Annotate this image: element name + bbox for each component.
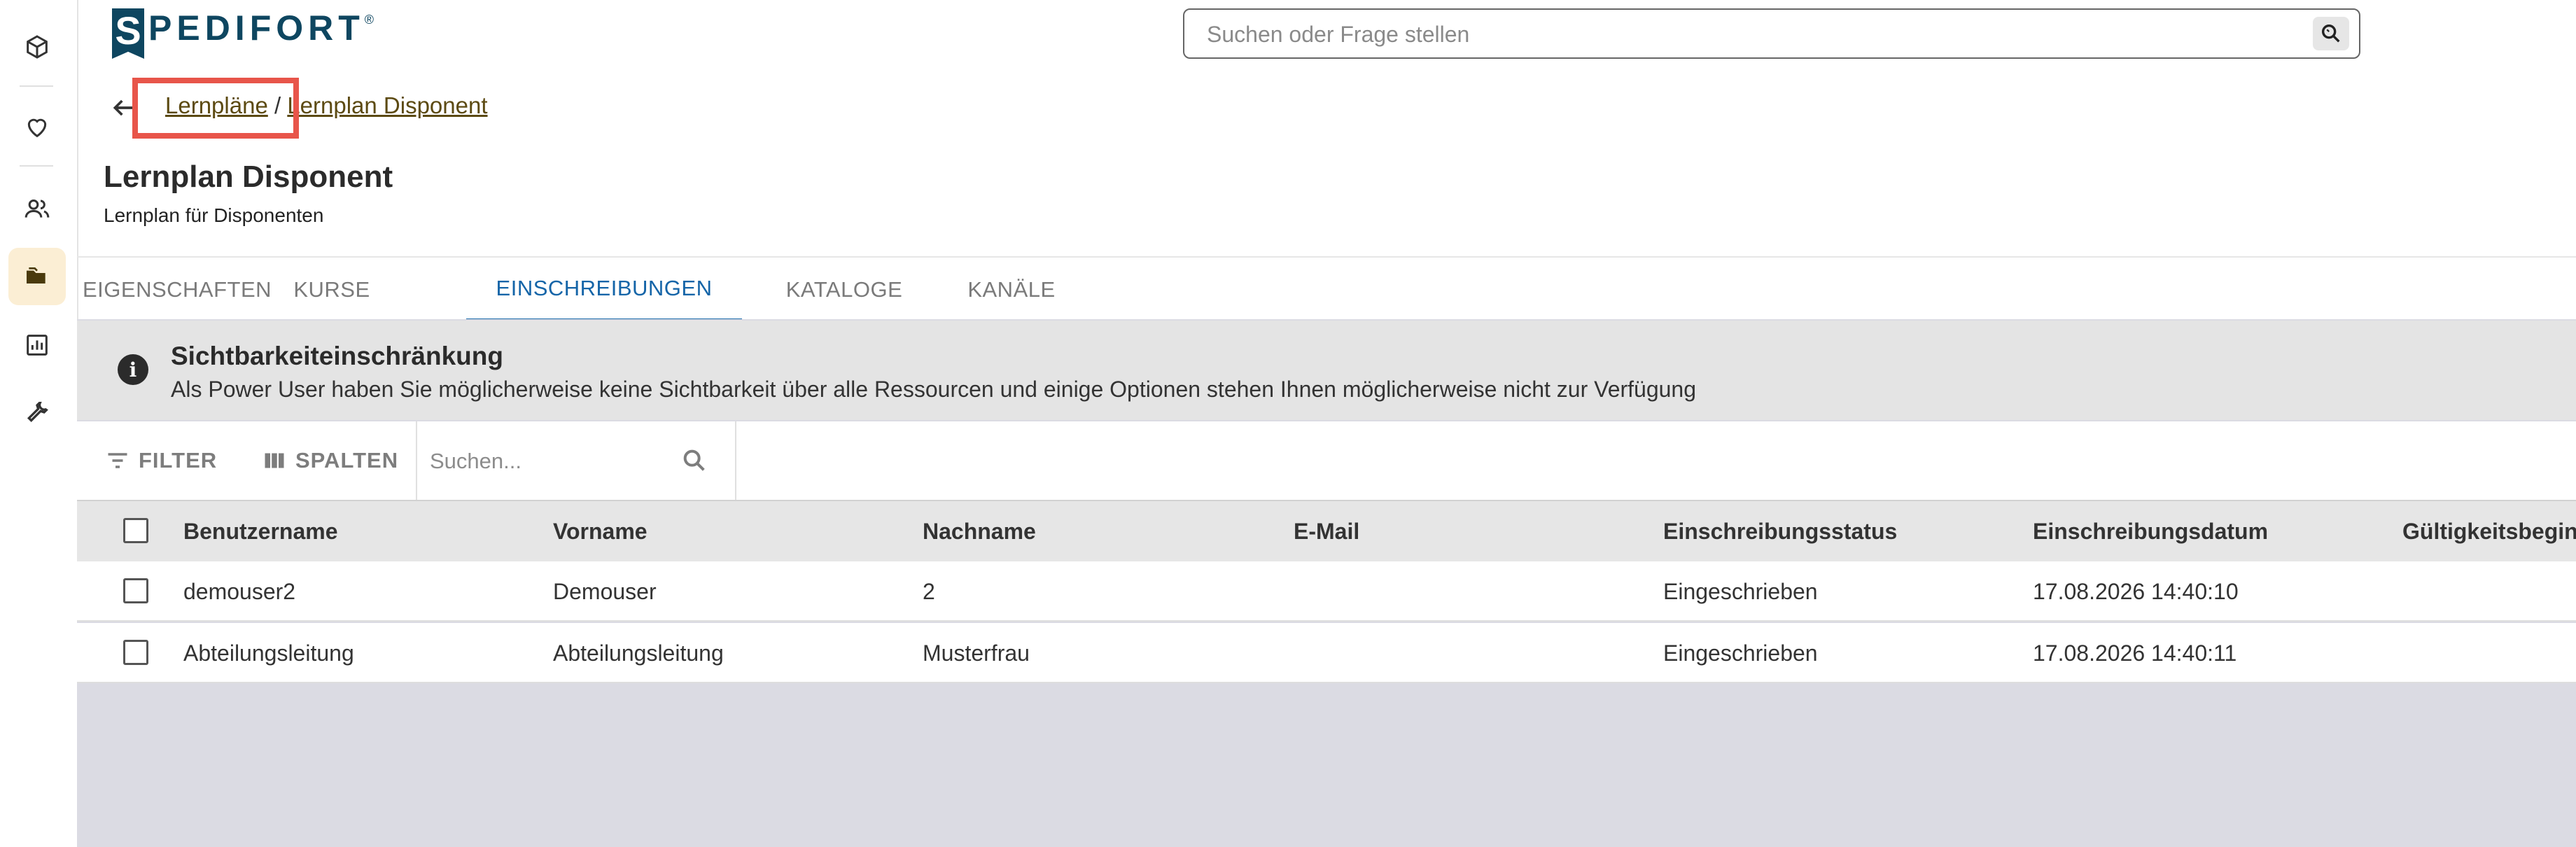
cell-nachname: Musterfrau — [923, 640, 1030, 666]
folder-icon[interactable] — [8, 248, 66, 305]
breadcrumb-link-lernplan-disponent[interactable]: Lernplan Disponent — [287, 92, 487, 118]
column-header-einschreibungsdatum[interactable]: Einschreibungsdatum — [2033, 501, 2268, 561]
table-toolbar: FILTER SPALTEN — [77, 421, 2576, 501]
tab-bar: EIGENSCHAFTEN KURSE EINSCHREIBUNGEN KATA… — [77, 256, 2576, 322]
highlight-box — [132, 78, 299, 139]
cell-einschreibungsstatus: Eingeschrieben — [1663, 578, 1818, 604]
cell-einschreibungsdatum: 17.08.2026 14:40:11 — [2033, 640, 2237, 666]
users-icon[interactable] — [8, 181, 66, 238]
side-nav-rail — [0, 0, 78, 847]
filter-label: FILTER — [139, 448, 218, 472]
column-header-einschreibungsstatus[interactable]: Einschreibungsstatus — [1663, 501, 1897, 561]
tab-einschreibungen[interactable]: EINSCHREIBUNGEN — [466, 258, 742, 322]
page-title: Lernplan Disponent — [104, 160, 393, 194]
tab-eigenschaften[interactable]: EIGENSCHAFTEN — [83, 258, 272, 322]
cell-vorname: Demouser — [553, 578, 657, 604]
search-icon — [2321, 24, 2340, 43]
notice-title: Sichtbarkeiteinschränkung — [171, 342, 503, 370]
tab-kataloge[interactable]: KATALOGE — [770, 258, 918, 322]
cube-icon[interactable] — [8, 18, 66, 76]
select-all-checkbox[interactable] — [123, 518, 148, 543]
cell-einschreibungsdatum: 17.08.2026 14:40:10 — [2033, 578, 2239, 604]
cell-vorname: Abteilungsleitung — [553, 640, 724, 666]
search-submit-button[interactable] — [2313, 17, 2349, 50]
logo-wordmark: PEDIFORT — [148, 8, 365, 48]
table-search-input[interactable] — [428, 442, 669, 480]
cell-einschreibungsstatus: Eingeschrieben — [1663, 640, 1818, 666]
column-header-email[interactable]: E-Mail — [1294, 501, 1359, 561]
visibility-notice: i Sichtbarkeiteinschränkung Als Power Us… — [77, 321, 2576, 420]
column-header-vorname[interactable]: Vorname — [553, 501, 648, 561]
notice-text: Als Power User haben Sie möglicherweise … — [171, 377, 1697, 402]
heart-icon[interactable] — [8, 98, 66, 155]
table-row[interactable]: Abteilungsleitung Abteilungsleitung Must… — [77, 623, 2576, 683]
column-header-gueltigkeitsbeginn[interactable]: Gültigkeitsbeginn — [2402, 501, 2576, 561]
column-header-nachname[interactable]: Nachname — [923, 501, 1036, 561]
column-header-benutzername[interactable]: Benutzername — [183, 501, 338, 561]
table-row[interactable]: demouser2 Demouser 2 Eingeschrieben 17.0… — [77, 561, 2576, 622]
tab-kurse[interactable]: KURSE — [283, 258, 381, 322]
filter-icon — [108, 453, 127, 468]
chart-icon[interactable] — [8, 316, 66, 374]
toolbar-divider — [416, 421, 417, 500]
registered-mark: ® — [364, 12, 374, 27]
columns-label: SPALTEN — [295, 448, 399, 472]
tab-kanaele[interactable]: KANÄLE — [952, 258, 1071, 322]
toolbar-divider — [735, 421, 736, 500]
search-icon[interactable] — [680, 447, 708, 475]
cell-benutzername: Abteilungsleitung — [183, 640, 354, 666]
info-icon: i — [118, 354, 148, 385]
global-search — [1183, 8, 2360, 59]
logo-mark: S — [112, 8, 144, 59]
columns-button[interactable]: SPALTEN — [262, 421, 398, 500]
columns-icon — [265, 453, 284, 468]
wrench-icon[interactable] — [8, 384, 66, 441]
table-header: Benutzername Vorname Nachname E-Mail Ein… — [77, 501, 2576, 561]
global-search-input[interactable] — [1205, 17, 2300, 52]
cell-benutzername: demouser2 — [183, 578, 296, 604]
row-checkbox[interactable] — [123, 578, 148, 603]
row-checkbox[interactable] — [123, 640, 148, 665]
filter-button[interactable]: FILTER — [105, 421, 217, 500]
cell-nachname: 2 — [923, 578, 935, 604]
brand-logo[interactable]: S PEDIFORT ® — [112, 6, 374, 62]
page-subtitle: Lernplan für Disponenten — [104, 204, 324, 226]
